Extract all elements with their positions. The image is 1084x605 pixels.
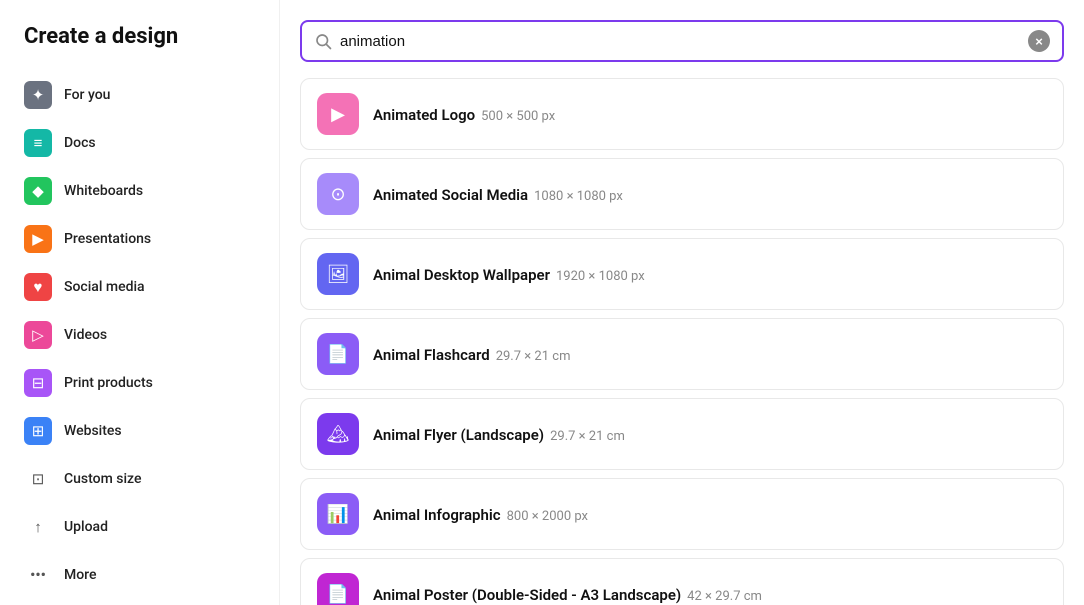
result-dims-animated-logo: 500 × 500 px bbox=[481, 109, 555, 124]
search-bar: × bbox=[300, 20, 1064, 62]
sidebar-item-label-for-you: For you bbox=[64, 87, 110, 103]
sidebar-item-websites[interactable]: ⊞ Websites bbox=[12, 407, 267, 455]
result-dims-animal-poster-double-sided: 42 × 29.7 cm bbox=[687, 589, 762, 604]
for-you-icon: ✦ bbox=[24, 81, 52, 109]
custom-size-icon: ⊡ bbox=[24, 465, 52, 493]
result-text-animal-desktop-wallpaper: Animal Desktop Wallpaper 1920 × 1080 px bbox=[373, 265, 645, 284]
result-name-animal-flyer-landscape: Animal Flyer (Landscape) bbox=[373, 426, 544, 444]
results-list: ▶ Animated Logo 500 × 500 px ⊙ Animated Soci… bbox=[300, 78, 1064, 605]
result-icon-animated-logo: ▶ bbox=[317, 93, 359, 135]
result-icon-animal-infographic: 📊 bbox=[317, 493, 359, 535]
whiteboards-icon: ◆ bbox=[24, 177, 52, 205]
result-icon-animal-poster-double-sided: 📄 bbox=[317, 573, 359, 605]
sidebar-item-print-products[interactable]: ⊟ Print products bbox=[12, 359, 267, 407]
result-text-animated-social-media: Animated Social Media 1080 × 1080 px bbox=[373, 185, 623, 204]
result-dims-animated-social-media: 1080 × 1080 px bbox=[534, 189, 623, 204]
page-title: Create a design bbox=[12, 24, 267, 69]
result-item-animated-social-media[interactable]: ⊙ Animated Social Media 1080 × 1080 px bbox=[300, 158, 1064, 230]
result-dims-animal-desktop-wallpaper: 1920 × 1080 px bbox=[556, 269, 645, 284]
sidebar-item-label-print-products: Print products bbox=[64, 375, 153, 391]
result-item-animal-desktop-wallpaper[interactable]: 🖼 Animal Desktop Wallpaper 1920 × 1080 px bbox=[300, 238, 1064, 310]
sidebar-item-presentations[interactable]: ▶ Presentations bbox=[12, 215, 267, 263]
result-name-animal-flashcard: Animal Flashcard bbox=[373, 346, 490, 364]
social-media-icon: ♥ bbox=[24, 273, 52, 301]
sidebar-item-social-media[interactable]: ♥ Social media bbox=[12, 263, 267, 311]
sidebar-item-label-more: More bbox=[64, 567, 97, 583]
sidebar-item-label-docs: Docs bbox=[64, 135, 96, 151]
sidebar-item-label-social-media: Social media bbox=[64, 279, 145, 295]
search-icon bbox=[314, 32, 332, 50]
sidebar-item-label-websites: Websites bbox=[64, 423, 122, 439]
result-text-animal-flyer-landscape: Animal Flyer (Landscape) 29.7 × 21 cm bbox=[373, 425, 625, 444]
result-name-animal-infographic: Animal Infographic bbox=[373, 506, 501, 524]
result-name-animated-logo: Animated Logo bbox=[373, 106, 475, 124]
sidebar-item-custom-size[interactable]: ⊡ Custom size bbox=[12, 455, 267, 503]
result-icon-animal-flyer-landscape: 🏔 bbox=[317, 413, 359, 455]
result-text-animal-poster-double-sided: Animal Poster (Double-Sided - A3 Landsca… bbox=[373, 585, 762, 604]
result-icon-animal-desktop-wallpaper: 🖼 bbox=[317, 253, 359, 295]
upload-icon: ↑ bbox=[24, 513, 52, 541]
clear-search-button[interactable]: × bbox=[1028, 30, 1050, 52]
sidebar-item-for-you[interactable]: ✦ For you bbox=[12, 71, 267, 119]
sidebar-item-label-upload: Upload bbox=[64, 519, 108, 535]
result-text-animal-flashcard: Animal Flashcard 29.7 × 21 cm bbox=[373, 345, 570, 364]
main-content: × ▶ Animated Logo 500 × 500 px ⊙ Animated So… bbox=[280, 0, 1084, 605]
result-dims-animal-flashcard: 29.7 × 21 cm bbox=[496, 349, 571, 364]
sidebar-item-more[interactable]: ••• More bbox=[12, 551, 267, 599]
result-text-animal-infographic: Animal Infographic 800 × 2000 px bbox=[373, 505, 588, 524]
result-item-animal-flyer-landscape[interactable]: 🏔 Animal Flyer (Landscape) 29.7 × 21 cm bbox=[300, 398, 1064, 470]
sidebar-item-upload[interactable]: ↑ Upload bbox=[12, 503, 267, 551]
result-icon-animal-flashcard: 📄 bbox=[317, 333, 359, 375]
more-icon: ••• bbox=[24, 561, 52, 589]
result-item-animal-poster-double-sided[interactable]: 📄 Animal Poster (Double-Sided - A3 Landsc… bbox=[300, 558, 1064, 605]
sidebar-item-label-whiteboards: Whiteboards bbox=[64, 183, 143, 199]
result-icon-animated-social-media: ⊙ bbox=[317, 173, 359, 215]
sidebar-item-label-videos: Videos bbox=[64, 327, 107, 343]
sidebar-item-docs[interactable]: ≡ Docs bbox=[12, 119, 267, 167]
sidebar-item-videos[interactable]: ▷ Videos bbox=[12, 311, 267, 359]
presentations-icon: ▶ bbox=[24, 225, 52, 253]
result-dims-animal-flyer-landscape: 29.7 × 21 cm bbox=[550, 429, 625, 444]
websites-icon: ⊞ bbox=[24, 417, 52, 445]
result-name-animal-poster-double-sided: Animal Poster (Double-Sided - A3 Landsca… bbox=[373, 586, 681, 604]
videos-icon: ▷ bbox=[24, 321, 52, 349]
result-item-animated-logo[interactable]: ▶ Animated Logo 500 × 500 px bbox=[300, 78, 1064, 150]
print-products-icon: ⊟ bbox=[24, 369, 52, 397]
result-dims-animal-infographic: 800 × 2000 px bbox=[507, 509, 588, 524]
result-item-animal-infographic[interactable]: 📊 Animal Infographic 800 × 2000 px bbox=[300, 478, 1064, 550]
sidebar-item-whiteboards[interactable]: ◆ Whiteboards bbox=[12, 167, 267, 215]
sidebar-item-label-custom-size: Custom size bbox=[64, 471, 141, 487]
result-name-animated-social-media: Animated Social Media bbox=[373, 186, 528, 204]
result-text-animated-logo: Animated Logo 500 × 500 px bbox=[373, 105, 555, 124]
search-input[interactable] bbox=[340, 33, 1020, 50]
result-name-animal-desktop-wallpaper: Animal Desktop Wallpaper bbox=[373, 266, 550, 284]
sidebar: Create a design ✦ For you ≡ Docs ◆ Whiteboard… bbox=[0, 0, 280, 605]
sidebar-item-label-presentations: Presentations bbox=[64, 231, 151, 247]
docs-icon: ≡ bbox=[24, 129, 52, 157]
result-item-animal-flashcard[interactable]: 📄 Animal Flashcard 29.7 × 21 cm bbox=[300, 318, 1064, 390]
